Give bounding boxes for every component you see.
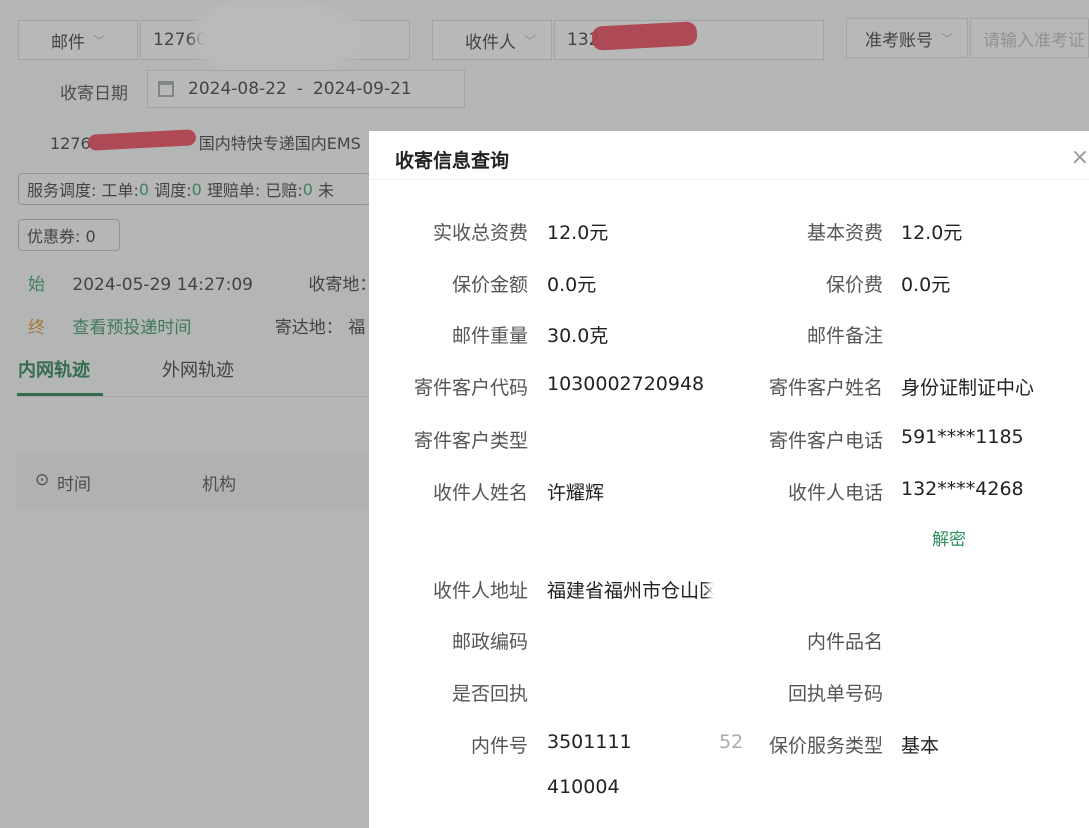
field-label: 寄件客户姓名 <box>768 377 883 399</box>
field-label: 收件人电话 <box>787 482 883 504</box>
field-label: 寄件客户电话 <box>768 430 883 452</box>
field-label: 寄件客户代码 <box>413 377 528 399</box>
field-label: 是否回执 <box>451 683 528 705</box>
insured-amount: 0.0元 <box>547 274 597 296</box>
modal-title: 收寄信息查询 <box>395 150 510 172</box>
field-label: 内件号 <box>470 735 528 757</box>
field-label: 保价金额 <box>451 274 528 296</box>
field-label: 寄件客户类型 <box>413 430 528 452</box>
field-label: 邮件重量 <box>451 325 528 347</box>
field-label: 收件人地址 <box>432 580 528 602</box>
receiver-phone: 132****4268 <box>901 478 1024 500</box>
mail-weight: 30.0克 <box>547 325 609 347</box>
field-label: 实收总资费 <box>432 222 528 244</box>
base-fee: 12.0元 <box>901 222 963 244</box>
content-number: 3501111 <box>547 731 632 753</box>
sender-code: 1030002720948 <box>547 373 705 395</box>
field-label: 邮件备注 <box>806 325 883 347</box>
sender-phone: 591****1185 <box>901 426 1024 448</box>
field-label: 保价费 <box>825 274 883 296</box>
modal-header-divider <box>369 179 1089 180</box>
field-label: 邮政编码 <box>451 631 528 653</box>
content-number-suffix: 52 <box>719 731 744 753</box>
field-label: 内件品名 <box>806 631 883 653</box>
field-label: 回执单号码 <box>787 683 883 705</box>
receiver-name: 许耀辉 <box>547 482 605 504</box>
field-label: 保价服务类型 <box>768 735 883 757</box>
decrypt-link[interactable]: 解密 <box>932 525 966 550</box>
field-label: 收件人姓名 <box>432 482 528 504</box>
field-label: 基本资费 <box>806 222 883 244</box>
insured-fee: 0.0元 <box>901 274 951 296</box>
redaction-blur <box>709 571 919 605</box>
insurance-type: 基本 <box>901 735 940 757</box>
sender-name: 身份证制证中心 <box>901 377 1035 399</box>
close-icon[interactable]: × <box>1071 145 1089 170</box>
content-number-line2: 410004 <box>547 776 620 798</box>
receipt-info-modal: 收寄信息查询 × 实收总资费 12.0元 基本资费 12.0元 保价金额 0.0… <box>369 131 1089 828</box>
actual-total-fee: 12.0元 <box>547 222 609 244</box>
